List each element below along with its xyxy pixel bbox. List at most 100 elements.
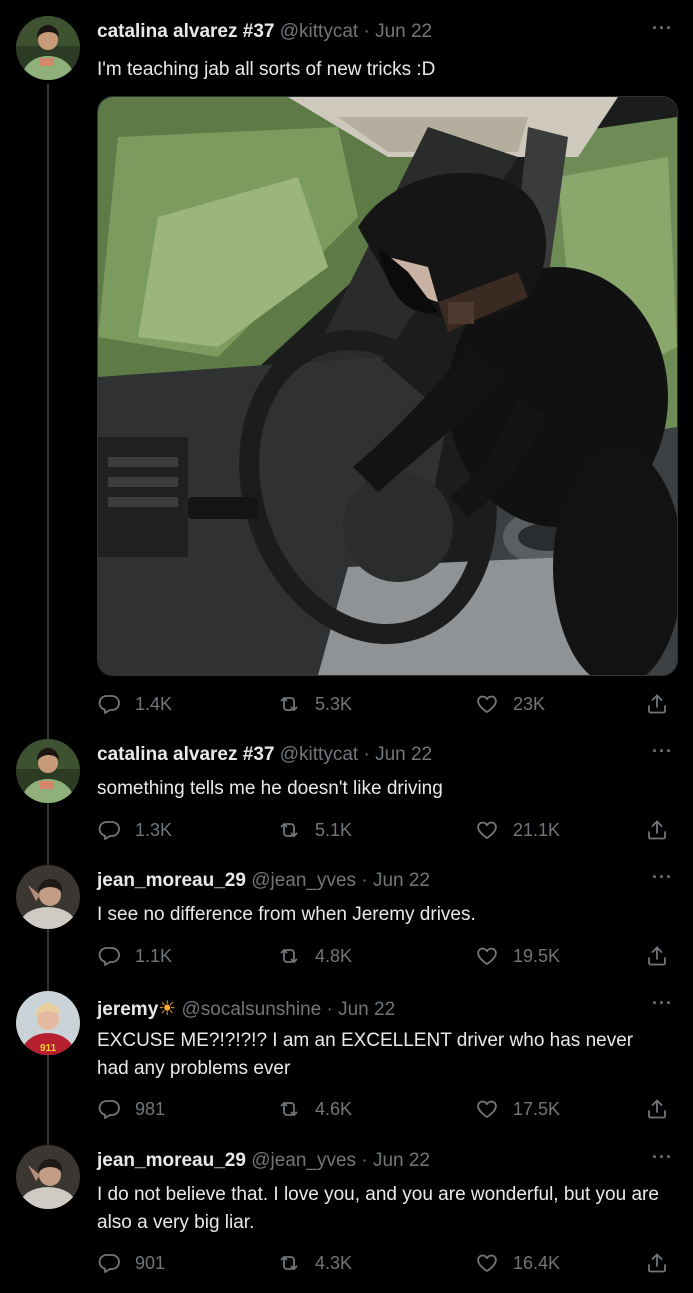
display-name[interactable]: jeremy [97, 999, 158, 1020]
reply-count: 1.4K [135, 693, 173, 714]
separator-dot: · [361, 1150, 368, 1171]
separator-dot: · [361, 870, 368, 891]
retweet-button[interactable]: 5.3K [277, 692, 352, 716]
reply-icon [97, 818, 121, 842]
retweet-button[interactable]: 4.8K [277, 944, 352, 968]
like-button[interactable]: 21.1K [475, 818, 560, 842]
avatar[interactable] [16, 865, 80, 929]
tweet-date[interactable]: Jun 22 [338, 999, 395, 1020]
tweet-date[interactable]: Jun 22 [375, 21, 432, 42]
reply-button[interactable]: 981 [97, 1097, 165, 1121]
reply-icon [97, 692, 121, 716]
share-button[interactable] [645, 818, 669, 842]
tweet[interactable]: catalina alvarez #37 @kittycat · Jun 22 … [0, 0, 693, 730]
tweet-photo[interactable] [97, 96, 678, 676]
display-name[interactable]: catalina alvarez #37 [97, 21, 274, 42]
share-button[interactable] [645, 692, 669, 716]
heart-icon [475, 692, 499, 716]
share-button[interactable] [645, 1097, 669, 1121]
tweet-header: catalina alvarez #37 @kittycat · Jun 22 [97, 744, 432, 766]
tweet-actions: 901 4.3K 16.4K [97, 1251, 677, 1277]
tweet[interactable]: jean_moreau_29 @jean_yves · Jun 22 ··· I… [0, 856, 693, 982]
retweet-icon [277, 818, 301, 842]
heart-icon [475, 944, 499, 968]
tweet-date[interactable]: Jun 22 [373, 870, 430, 891]
retweet-count: 4.8K [315, 945, 353, 966]
like-button[interactable]: 23K [475, 692, 545, 716]
reply-count: 981 [135, 1098, 166, 1119]
tweet-text: I'm teaching jab all sorts of new tricks… [97, 59, 436, 80]
avatar[interactable] [16, 1145, 80, 1209]
more-icon[interactable]: ··· [652, 867, 673, 888]
retweet-icon [277, 944, 301, 968]
tweet-header: jeremy☀ @socalsunshine · Jun 22 [97, 996, 395, 1021]
reply-icon [97, 1251, 121, 1275]
tweet-text: something tells me he doesn't like drivi… [97, 778, 443, 799]
reply-button[interactable]: 901 [97, 1251, 165, 1275]
retweet-count: 5.3K [315, 693, 353, 714]
tweet-actions: 1.3K 5.1K 21.1K [97, 818, 677, 844]
retweet-count: 5.1K [315, 819, 353, 840]
tweet-header: jean_moreau_29 @jean_yves · Jun 22 [97, 870, 430, 892]
tweet-actions: 981 4.6K 17.5K [97, 1097, 677, 1123]
display-name[interactable]: jean_moreau_29 [97, 1150, 246, 1171]
user-handle[interactable]: @jean_yves [251, 1150, 356, 1171]
separator-dot: · [326, 999, 333, 1020]
heart-icon [475, 1251, 499, 1275]
heart-icon [475, 818, 499, 842]
more-icon[interactable]: ··· [652, 1147, 673, 1168]
user-handle[interactable]: @kittycat [280, 744, 358, 765]
retweet-button[interactable]: 4.3K [277, 1251, 352, 1275]
tweet-date[interactable]: Jun 22 [375, 744, 432, 765]
like-count: 21.1K [513, 819, 561, 840]
tweet-text: I do not believe that. I love you, and y… [97, 1184, 659, 1233]
share-icon [645, 1251, 669, 1275]
more-icon[interactable]: ··· [652, 741, 673, 762]
avatar[interactable] [16, 16, 80, 80]
display-name[interactable]: catalina alvarez #37 [97, 744, 274, 765]
reply-button[interactable]: 1.4K [97, 692, 172, 716]
svg-text:911: 911 [40, 1043, 57, 1054]
tweet[interactable]: catalina alvarez #37 @kittycat · Jun 22 … [0, 730, 693, 856]
reply-icon [97, 944, 121, 968]
share-button[interactable] [645, 944, 669, 968]
tweet-text: EXCUSE ME?!?!?!? I am an EXCELLENT drive… [97, 1030, 634, 1079]
tweet-header: catalina alvarez #37 @kittycat · Jun 22 [97, 21, 432, 43]
tweet-date[interactable]: Jun 22 [373, 1150, 430, 1171]
like-button[interactable]: 17.5K [475, 1097, 560, 1121]
tweet-header: jean_moreau_29 @jean_yves · Jun 22 [97, 1150, 430, 1172]
user-handle[interactable]: @jean_yves [251, 870, 356, 891]
retweet-icon [277, 692, 301, 716]
share-icon [645, 944, 669, 968]
more-icon[interactable]: ··· [652, 993, 673, 1014]
user-handle[interactable]: @socalsunshine [182, 999, 322, 1020]
avatar[interactable]: 911 [16, 991, 80, 1055]
avatar-image [16, 865, 80, 929]
retweet-count: 4.6K [315, 1098, 353, 1119]
share-button[interactable] [645, 1251, 669, 1275]
share-icon [645, 818, 669, 842]
reply-button[interactable]: 1.1K [97, 944, 172, 968]
reply-button[interactable]: 1.3K [97, 818, 172, 842]
separator-dot: · [363, 744, 370, 765]
avatar[interactable] [16, 739, 80, 803]
retweet-button[interactable]: 5.1K [277, 818, 352, 842]
tweet[interactable]: 911 jeremy☀ @socalsunshine · Jun 22 ··· … [0, 982, 693, 1136]
tweet-actions: 1.1K 4.8K 19.5K [97, 944, 677, 970]
like-count: 23K [513, 693, 546, 714]
retweet-button[interactable]: 4.6K [277, 1097, 352, 1121]
more-icon[interactable]: ··· [652, 18, 673, 39]
like-count: 16.4K [513, 1252, 561, 1273]
display-name[interactable]: jean_moreau_29 [97, 870, 246, 891]
tweet-text: I see no difference from when Jeremy dri… [97, 904, 476, 925]
like-button[interactable]: 19.5K [475, 944, 560, 968]
user-handle[interactable]: @kittycat [280, 21, 358, 42]
avatar-image [16, 739, 80, 803]
avatar-image [16, 1145, 80, 1209]
like-button[interactable]: 16.4K [475, 1251, 560, 1275]
heart-icon [475, 1097, 499, 1121]
separator-dot: · [363, 21, 370, 42]
reply-count: 1.3K [135, 819, 173, 840]
like-count: 17.5K [513, 1098, 561, 1119]
tweet[interactable]: jean_moreau_29 @jean_yves · Jun 22 ··· I… [0, 1136, 693, 1293]
